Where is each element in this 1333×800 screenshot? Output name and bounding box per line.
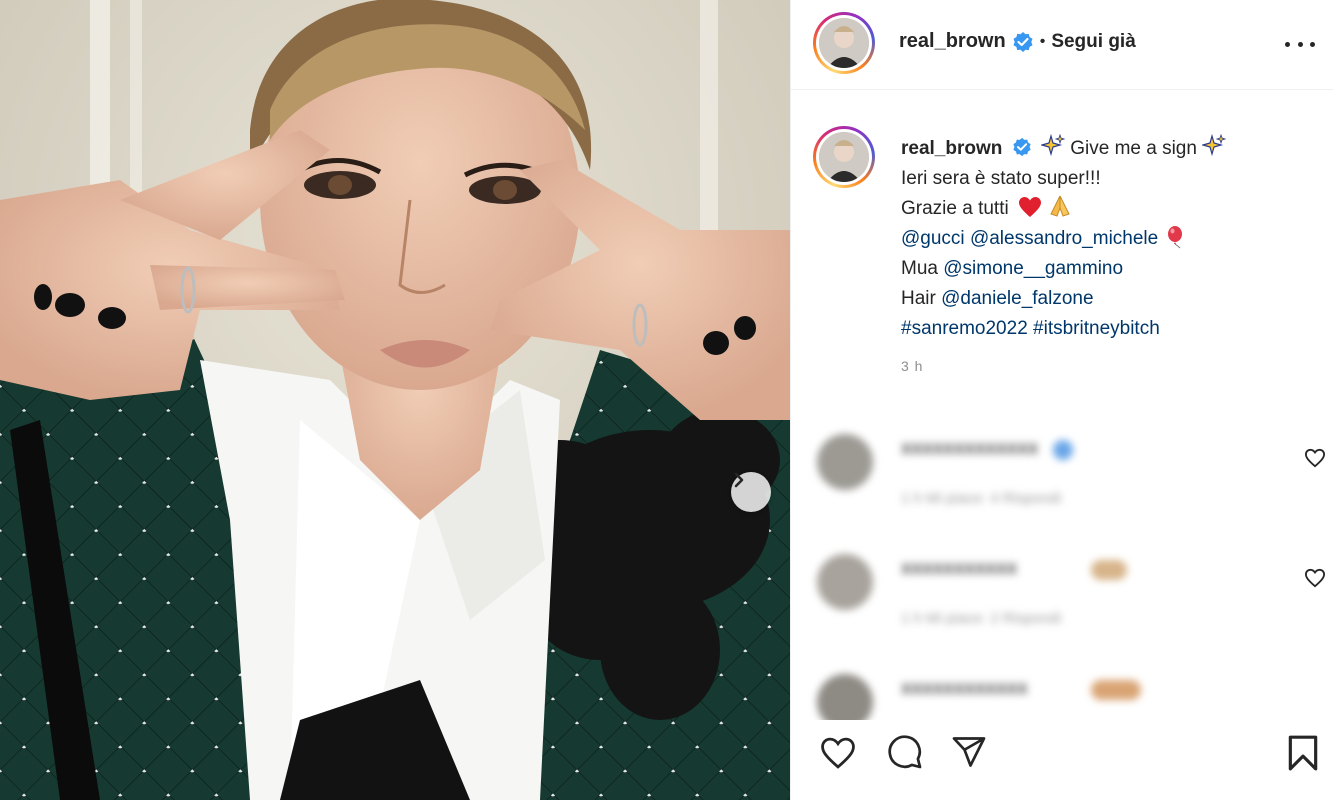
comment-avatar[interactable] bbox=[817, 434, 873, 490]
caption-line-4: @gucci @alessandro_michele bbox=[901, 224, 1226, 254]
comment-item: xxxxxxxxxxx 1 h Mi piace: 2 Rispondi bbox=[791, 540, 1333, 650]
verified-badge-icon bbox=[1013, 31, 1033, 52]
hashtag-link[interactable]: #sanremo2022 bbox=[901, 318, 1028, 339]
next-image-button[interactable] bbox=[731, 472, 771, 512]
header-username[interactable]: real_brown bbox=[899, 30, 1006, 53]
caption-line-7: #sanremo2022 #itsbritneybitch bbox=[901, 314, 1226, 344]
comment-avatar[interactable] bbox=[817, 554, 873, 610]
caption-line-5: Mua @simone__gammino bbox=[901, 254, 1226, 284]
post-side-panel: real_brown • Segui già real_brown Give m… bbox=[790, 0, 1333, 800]
comments-list: xxxxxxxxxxxxx 1 h Mi piace: 4 Rispondi x… bbox=[791, 420, 1333, 720]
caption-line-6: Hair @daniele_falzone bbox=[901, 284, 1226, 314]
post-image[interactable] bbox=[0, 0, 790, 800]
verified-badge-icon bbox=[1013, 138, 1031, 157]
share-paper-plane-icon[interactable] bbox=[951, 734, 987, 770]
comment-username[interactable]: xxxxxxxxxxxxx bbox=[901, 438, 1038, 460]
hair-label: Hair bbox=[901, 288, 936, 309]
caption-title: Give me a sign bbox=[1070, 138, 1197, 159]
comment-bubble-icon[interactable] bbox=[887, 734, 923, 770]
comment-username[interactable]: xxxxxxxxxxxx bbox=[901, 678, 1028, 700]
post-timestamp[interactable]: 3 h bbox=[901, 358, 1226, 374]
bookmark-icon[interactable] bbox=[1287, 734, 1319, 772]
mention-link[interactable]: @alessandro_michele bbox=[970, 228, 1158, 249]
comment-item: xxxxxxxxxxxx bbox=[791, 660, 1333, 720]
following-button[interactable]: Segui già bbox=[1051, 31, 1135, 53]
mua-label: Mua bbox=[901, 258, 938, 279]
caption-line-2: Ieri sera è stato super!!! bbox=[901, 168, 1101, 189]
red-heart-icon bbox=[1019, 197, 1041, 217]
verified-badge-icon bbox=[1053, 440, 1073, 460]
caption-line-3: Grazie a tutti bbox=[901, 194, 1226, 224]
folded-hands-icon bbox=[1050, 195, 1070, 217]
hashtag-link[interactable]: #itsbritneybitch bbox=[1033, 318, 1160, 339]
mention-link[interactable]: @gucci bbox=[901, 228, 965, 249]
avatar-image bbox=[819, 132, 869, 182]
like-comment-icon[interactable] bbox=[1304, 568, 1326, 588]
mention-link[interactable]: @simone__gammino bbox=[943, 258, 1123, 279]
comment-meta: 1 h Mi piace: 4 Rispondi bbox=[901, 490, 1062, 507]
post-header: real_brown • Segui già bbox=[791, 0, 1333, 90]
mention-link[interactable]: @daniele_falzone bbox=[941, 288, 1093, 309]
more-options-icon[interactable] bbox=[1285, 30, 1315, 58]
comment-emoji bbox=[1091, 680, 1141, 700]
comment-meta: 1 h Mi piace: 2 Rispondi bbox=[901, 610, 1062, 627]
comment-item: xxxxxxxxxxxxx 1 h Mi piace: 4 Rispondi bbox=[791, 420, 1333, 530]
sparkles-icon bbox=[1039, 133, 1066, 157]
like-comment-icon[interactable] bbox=[1304, 448, 1326, 468]
header-separator: • bbox=[1039, 32, 1046, 50]
like-heart-icon[interactable] bbox=[819, 736, 857, 770]
caption-avatar[interactable] bbox=[813, 126, 875, 188]
caption-username[interactable]: real_brown bbox=[901, 138, 1002, 159]
caption-line-1: real_brown Give me a sign bbox=[901, 133, 1227, 164]
avatar-image bbox=[819, 18, 869, 68]
chevron-right-icon bbox=[734, 472, 744, 488]
comment-username[interactable]: xxxxxxxxxxx bbox=[901, 558, 1017, 580]
header-avatar[interactable] bbox=[813, 12, 875, 74]
sparkles-icon bbox=[1201, 133, 1227, 157]
post-actions-bar bbox=[791, 720, 1333, 800]
balloon-icon bbox=[1167, 226, 1182, 249]
caption-thanks: Grazie a tutti bbox=[901, 198, 1009, 219]
comment-emoji bbox=[1091, 560, 1127, 580]
comment-avatar[interactable] bbox=[817, 674, 873, 720]
post-photo-illustration bbox=[0, 0, 790, 800]
